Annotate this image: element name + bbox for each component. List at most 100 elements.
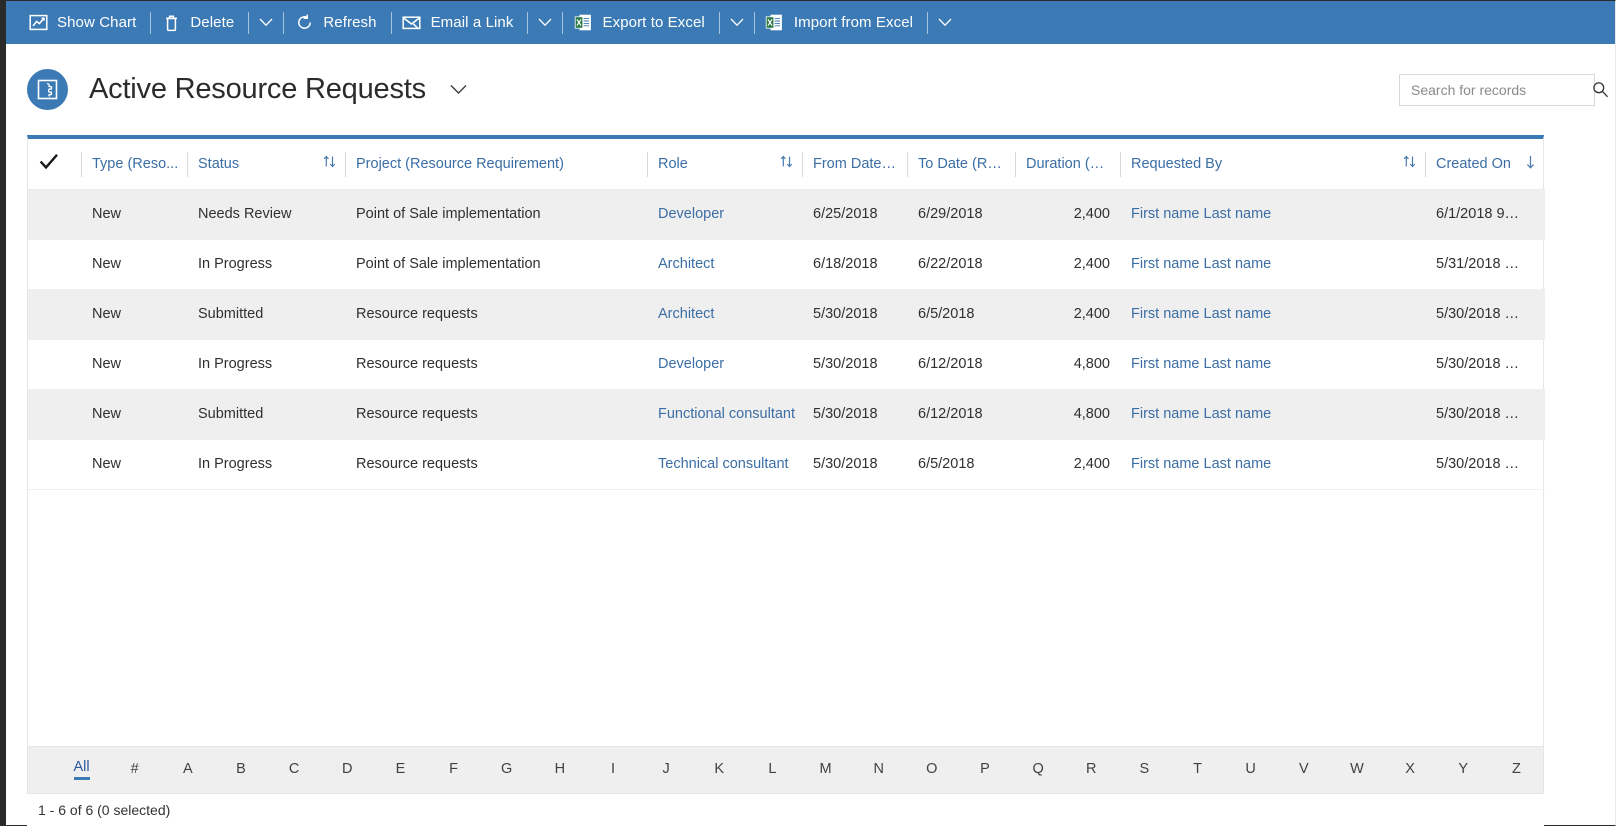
sort-both-icon[interactable] [322, 154, 337, 173]
cell-role[interactable]: Functional consultant [647, 389, 802, 439]
alpha-filter-all[interactable]: All [55, 747, 108, 793]
row-select-cell[interactable] [28, 289, 81, 339]
column-header-duration-r[interactable]: Duration (R... [1015, 139, 1120, 189]
column-header-project-resource-requirement[interactable]: Project (Resource Requirement) [345, 139, 647, 189]
chevron-down-icon[interactable] [444, 78, 473, 101]
table-row[interactable]: NewIn ProgressResource requestsTechnical… [28, 439, 1545, 489]
alpha-filter-b[interactable]: B [214, 747, 267, 793]
alpha-filter-label: # [131, 762, 139, 779]
alpha-filter-label: Y [1458, 762, 1468, 779]
sort-both-icon[interactable] [1402, 154, 1417, 173]
alpha-filter-p[interactable]: P [958, 747, 1011, 793]
caret-down-icon[interactable] [722, 1, 752, 44]
record-count-label: 1 - 6 of 6 (0 selected) [38, 802, 170, 818]
alpha-filter-g[interactable]: G [480, 747, 533, 793]
alpha-filter-label: E [396, 762, 406, 779]
alpha-filter-m[interactable]: M [799, 747, 852, 793]
column-header-from-date[interactable]: From Date (... [802, 139, 907, 189]
cell-requested-by[interactable]: First name Last name [1120, 389, 1425, 439]
alpha-filter-e[interactable]: E [374, 747, 427, 793]
alpha-filter-a[interactable]: A [161, 747, 214, 793]
column-header-label: Duration (R... [1026, 156, 1110, 172]
cell-requested-by[interactable]: First name Last name [1120, 339, 1425, 389]
alpha-filter-label: C [289, 762, 299, 779]
alpha-filter-u[interactable]: U [1224, 747, 1277, 793]
select-all-checkbox[interactable] [28, 139, 81, 189]
cell-role[interactable]: Developer [647, 339, 802, 389]
cell-role[interactable]: Developer [647, 189, 802, 239]
caret-down-icon[interactable] [251, 1, 281, 44]
row-select-cell[interactable] [28, 239, 81, 289]
cell-requested-by[interactable]: First name Last name [1120, 239, 1425, 289]
alpha-filter-t[interactable]: T [1171, 747, 1224, 793]
alpha-filter-y[interactable]: Y [1437, 747, 1490, 793]
row-select-cell[interactable] [28, 339, 81, 389]
table-row[interactable]: NewIn ProgressPoint of Sale implementati… [28, 239, 1545, 289]
alpha-filter-v[interactable]: V [1277, 747, 1330, 793]
sort-descending-icon[interactable] [1524, 154, 1537, 174]
alpha-filter-h[interactable]: H [533, 747, 586, 793]
row-select-cell[interactable] [28, 439, 81, 489]
excel-import-icon [765, 13, 785, 33]
alpha-filter-w[interactable]: W [1330, 747, 1383, 793]
command-delete[interactable]: Delete [153, 1, 246, 44]
table-row[interactable]: NewSubmittedResource requestsFunctional … [28, 389, 1545, 439]
cell-role[interactable]: Architect [647, 289, 802, 339]
alpha-filter-d[interactable]: D [321, 747, 374, 793]
cell-requested-by[interactable]: First name Last name [1120, 189, 1425, 239]
column-header-type-reso[interactable]: Type (Reso... [81, 139, 187, 189]
row-select-cell[interactable] [28, 189, 81, 239]
alpha-filter-label: X [1405, 762, 1415, 779]
alpha-filter-c[interactable]: C [268, 747, 321, 793]
command-separator [150, 12, 151, 34]
command-refresh[interactable]: Refresh [286, 1, 388, 44]
cell-role[interactable]: Architect [647, 239, 802, 289]
search-input[interactable] [1411, 82, 1592, 98]
command-show-chart[interactable]: Show Chart [20, 1, 148, 44]
cell-project: Resource requests [345, 389, 647, 439]
page-title: Active Resource Requests [89, 75, 426, 104]
alpha-filter-hash[interactable]: # [108, 747, 161, 793]
column-header-created-on[interactable]: Created On [1425, 139, 1545, 189]
cell-requested-by[interactable]: First name Last name [1120, 289, 1425, 339]
alpha-filter-s[interactable]: S [1118, 747, 1171, 793]
alpha-filter-o[interactable]: O [905, 747, 958, 793]
command-export-to-excel[interactable]: Export to Excel [565, 1, 716, 44]
cell-requested-by[interactable]: First name Last name [1120, 439, 1425, 489]
column-header-requested-by[interactable]: Requested By [1120, 139, 1425, 189]
alpha-filter-label: R [1086, 762, 1096, 779]
caret-down-icon[interactable] [930, 1, 960, 44]
cell-created-on: 5/30/2018 3:21... [1425, 339, 1545, 389]
alpha-filter-l[interactable]: L [746, 747, 799, 793]
table-row[interactable]: NewSubmittedResource requestsArchitect5/… [28, 289, 1545, 339]
sort-both-icon[interactable] [779, 154, 794, 173]
alpha-filter-n[interactable]: N [852, 747, 905, 793]
alpha-filter-z[interactable]: Z [1490, 747, 1543, 793]
cell-to-date: 6/22/2018 [907, 239, 1015, 289]
alpha-filter-q[interactable]: Q [1012, 747, 1065, 793]
alpha-filter-j[interactable]: J [640, 747, 693, 793]
table-row[interactable]: NewIn ProgressResource requestsDeveloper… [28, 339, 1545, 389]
app-window: Show ChartDelete RefreshEmail a Link Expor… [0, 0, 1616, 826]
caret-down-icon[interactable] [530, 1, 560, 44]
cell-role[interactable]: Technical consultant [647, 439, 802, 489]
table-row[interactable]: NewNeeds ReviewPoint of Sale implementat… [28, 189, 1545, 239]
alpha-filter-label: D [342, 762, 352, 779]
alpha-filter-label: K [714, 762, 724, 779]
column-header-role[interactable]: Role [647, 139, 802, 189]
row-select-cell[interactable] [28, 389, 81, 439]
search-box[interactable] [1399, 74, 1595, 106]
cell-type: New [81, 389, 187, 439]
search-icon[interactable] [1592, 81, 1609, 98]
command-email-a-link[interactable]: Email a Link [394, 1, 526, 44]
command-import-from-excel[interactable]: Import from Excel [757, 1, 925, 44]
alpha-filter-f[interactable]: F [427, 747, 480, 793]
alpha-filter-label: T [1193, 762, 1202, 779]
column-header-status[interactable]: Status [187, 139, 345, 189]
cell-to-date: 6/12/2018 [907, 389, 1015, 439]
alpha-filter-k[interactable]: K [693, 747, 746, 793]
alpha-filter-i[interactable]: I [586, 747, 639, 793]
alpha-filter-r[interactable]: R [1065, 747, 1118, 793]
alpha-filter-x[interactable]: X [1384, 747, 1437, 793]
column-header-to-date-re[interactable]: To Date (Re... [907, 139, 1015, 189]
